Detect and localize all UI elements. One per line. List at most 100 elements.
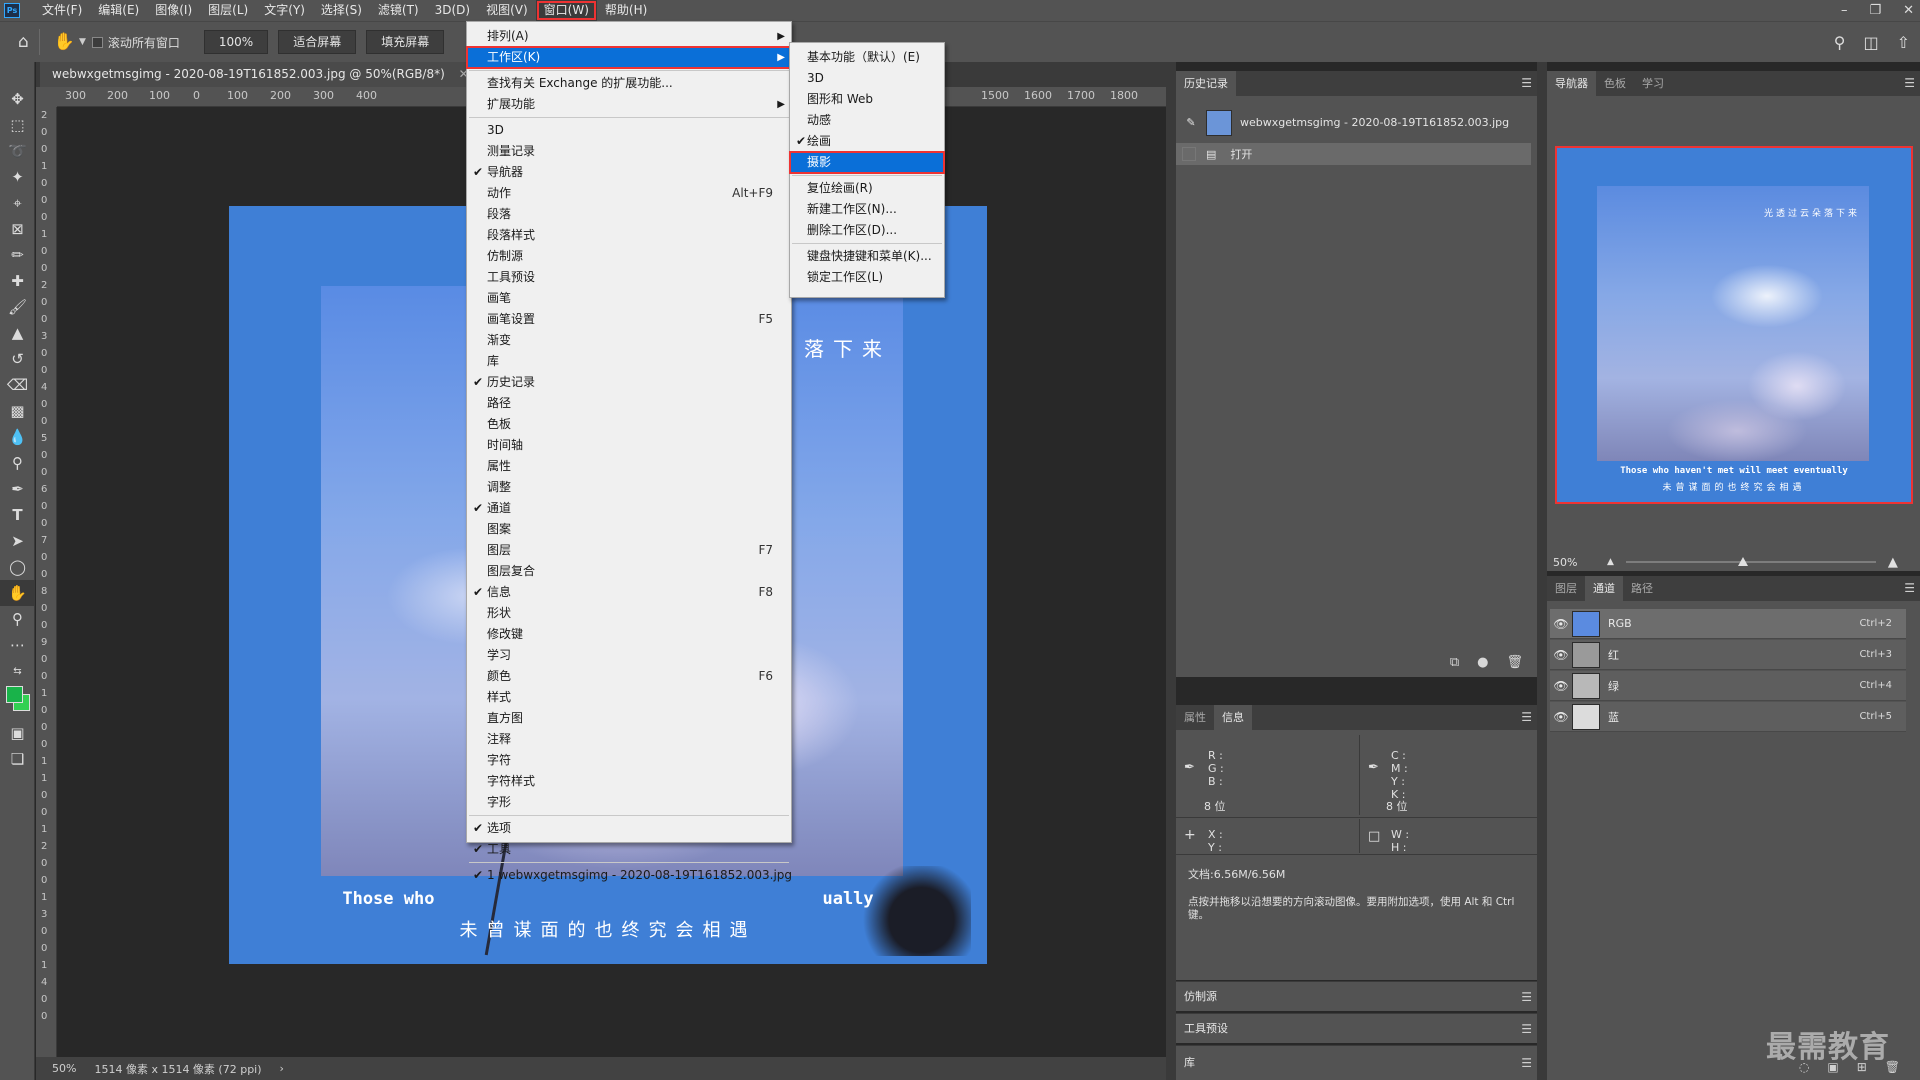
- more-tools-icon[interactable]: ⋯: [0, 632, 35, 658]
- document-tab[interactable]: webwxgetmsgimg - 2020-08-19T161852.003.j…: [40, 62, 481, 87]
- window-menu-item[interactable]: 学习: [467, 645, 791, 666]
- visibility-eye-icon[interactable]: 👁: [1550, 617, 1572, 631]
- window-menu-item[interactable]: 仿制源: [467, 246, 791, 267]
- workspace-switcher-icon[interactable]: ◫: [1863, 33, 1878, 52]
- zoom-100-button[interactable]: 100%: [203, 30, 269, 54]
- zoom-slider-thumb[interactable]: [1738, 557, 1749, 566]
- menu-3d[interactable]: 3D(D): [427, 0, 478, 21]
- vertical-ruler[interactable]: 2 0 0 1 0 0 0 1 0 0 2 0 0 3 0 0 4 0 0 5 0 0 6 0 0 7 0 0 8 0 0 9 0 0 1 0 0 0 1 1…: [36, 107, 57, 1057]
- window-menu-item[interactable]: ✔ 通道: [467, 498, 791, 519]
- workspace-menu-item[interactable]: 动感: [790, 110, 944, 131]
- window-menu-item[interactable]: 直方图: [467, 708, 791, 729]
- hand-tool-icon[interactable]: ✋: [54, 32, 75, 52]
- window-menu-item[interactable]: 测量记录: [467, 141, 791, 162]
- panel-menu-icon[interactable]: ☰: [1521, 1022, 1532, 1036]
- workspace-menu-item[interactable]: ✔ 绘画: [790, 131, 944, 152]
- window-menu-item[interactable]: 样式: [467, 687, 791, 708]
- chevron-right-icon[interactable]: ›: [280, 1062, 284, 1075]
- tab-learn[interactable]: 学习: [1634, 71, 1672, 96]
- workspace-menu-item[interactable]: 3D: [790, 68, 944, 89]
- magic-wand-tool-icon[interactable]: ✦: [0, 164, 35, 190]
- window-menu-item[interactable]: 图层 F7: [467, 540, 791, 561]
- menu-edit[interactable]: 编辑(E): [90, 0, 147, 21]
- menu-view[interactable]: 视图(V): [478, 0, 536, 21]
- share-icon[interactable]: ⇧: [1897, 33, 1910, 52]
- window-menu-item[interactable]: 字形: [467, 792, 791, 813]
- window-menu-item[interactable]: 工具预设: [467, 267, 791, 288]
- chevron-down-icon[interactable]: ▼: [79, 37, 86, 47]
- camera-icon[interactable]: ●: [1477, 655, 1488, 670]
- tab-layers[interactable]: 图层: [1547, 576, 1585, 601]
- window-menu-item[interactable]: 段落样式: [467, 225, 791, 246]
- status-zoom[interactable]: 50%: [52, 1062, 76, 1075]
- window-menu-item[interactable]: 图层复合: [467, 561, 791, 582]
- window-menu-item[interactable]: 路径: [467, 393, 791, 414]
- window-menu-item[interactable]: 画笔设置 F5: [467, 309, 791, 330]
- menu-file[interactable]: 文件(F): [34, 0, 90, 21]
- tab-channels[interactable]: 通道: [1585, 576, 1623, 601]
- workspace-menu-item[interactable]: 键盘快捷键和菜单(K)...: [790, 246, 944, 267]
- crop-tool-icon[interactable]: ⌖: [0, 190, 35, 216]
- window-menu-item[interactable]: 字符样式: [467, 771, 791, 792]
- ellipse-tool-icon[interactable]: ◯: [0, 554, 35, 580]
- zoom-slider-track[interactable]: [1625, 557, 1876, 566]
- tab-info[interactable]: 信息: [1214, 705, 1252, 730]
- workspace-menu-item[interactable]: 图形和 Web: [790, 89, 944, 110]
- frame-tool-icon[interactable]: ⊠: [0, 216, 35, 242]
- menu-help[interactable]: 帮助(H): [597, 0, 655, 21]
- menu-type[interactable]: 文字(Y): [256, 0, 313, 21]
- panel-menu-icon[interactable]: ☰: [1521, 710, 1532, 724]
- window-menu-item[interactable]: 扩展功能 ▶: [467, 94, 791, 115]
- tab-paths[interactable]: 路径: [1623, 576, 1661, 601]
- window-menu-item[interactable]: 修改键: [467, 624, 791, 645]
- fit-screen-button[interactable]: 适合屏幕: [278, 30, 357, 54]
- swap-colors-icon[interactable]: ⇆: [0, 658, 35, 684]
- panel-collapse-strip[interactable]: [1537, 62, 1547, 1080]
- lasso-tool-icon[interactable]: ➰: [0, 138, 35, 164]
- restore-icon[interactable]: ❐: [1869, 3, 1881, 18]
- zoom-out-icon[interactable]: ▲: [1607, 557, 1614, 567]
- channel-row-green[interactable]: 👁 绿 Ctrl+4: [1550, 671, 1906, 701]
- move-tool-icon[interactable]: ✥: [0, 86, 35, 112]
- menu-layer[interactable]: 图层(L): [200, 0, 256, 21]
- menu-window[interactable]: 窗口(W): [535, 0, 597, 21]
- gradient-tool-icon[interactable]: ▩: [0, 398, 35, 424]
- history-brush-tool-icon[interactable]: ↺: [0, 346, 35, 372]
- panel-menu-icon[interactable]: ☰: [1904, 581, 1915, 595]
- window-menu-item[interactable]: ✔ 信息 F8: [467, 582, 791, 603]
- new-document-from-state-icon[interactable]: ⧉: [1450, 655, 1459, 670]
- quick-mask-icon[interactable]: ▣: [0, 720, 35, 746]
- visibility-eye-icon[interactable]: 👁: [1550, 710, 1572, 724]
- panel-menu-icon[interactable]: ☰: [1521, 76, 1532, 90]
- window-menu-item[interactable]: ✔ 1 webwxgetmsgimg - 2020-08-19T161852.00…: [467, 865, 792, 886]
- visibility-eye-icon[interactable]: 👁: [1550, 648, 1572, 662]
- panel-menu-icon[interactable]: ☰: [1521, 990, 1532, 1004]
- history-brush-source-box[interactable]: [1182, 147, 1196, 161]
- window-menu-item[interactable]: 色板: [467, 414, 791, 435]
- window-menu-item[interactable]: 属性: [467, 456, 791, 477]
- hand-tool-icon[interactable]: ✋: [0, 580, 35, 606]
- eyedropper-tool-icon[interactable]: ✏: [0, 242, 35, 268]
- history-brush-source-icon[interactable]: ✎: [1176, 116, 1206, 129]
- brush-tool-icon[interactable]: 🖌: [0, 294, 35, 320]
- checkbox-box[interactable]: [91, 36, 103, 48]
- window-menu-item[interactable]: 库: [467, 351, 791, 372]
- window-menu-item[interactable]: 查找有关 Exchange 的扩展功能...: [467, 73, 791, 94]
- workspace-menu-item[interactable]: 新建工作区(N)...: [790, 199, 944, 220]
- eraser-tool-icon[interactable]: ⌫: [0, 372, 35, 398]
- workspace-menu-item[interactable]: 基本功能（默认）(E): [790, 47, 944, 68]
- history-snapshot[interactable]: ✎ webwxgetmsgimg - 2020-08-19T161852.003…: [1176, 105, 1531, 140]
- blur-tool-icon[interactable]: 💧: [0, 424, 35, 450]
- workspace-menu-item[interactable]: 复位绘画(R): [790, 178, 944, 199]
- menu-image[interactable]: 图像(I): [147, 0, 200, 21]
- window-menu-item[interactable]: 调整: [467, 477, 791, 498]
- scroll-all-windows-checkbox[interactable]: 滚动所有窗口: [91, 34, 180, 51]
- search-icon[interactable]: ⚲: [1834, 33, 1846, 52]
- navigator-preview[interactable]: 光透过云朵落下来 Those who haven't met will meet…: [1555, 146, 1913, 504]
- foreground-color-swatch[interactable]: [6, 686, 23, 703]
- window-menu-item[interactable]: 段落: [467, 204, 791, 225]
- tab-libraries[interactable]: 库: [1176, 1050, 1203, 1075]
- libraries-panel-collapsed[interactable]: 库 ☰: [1176, 1045, 1537, 1080]
- pen-tool-icon[interactable]: ✒: [0, 476, 35, 502]
- home-icon[interactable]: ⌂: [18, 32, 29, 52]
